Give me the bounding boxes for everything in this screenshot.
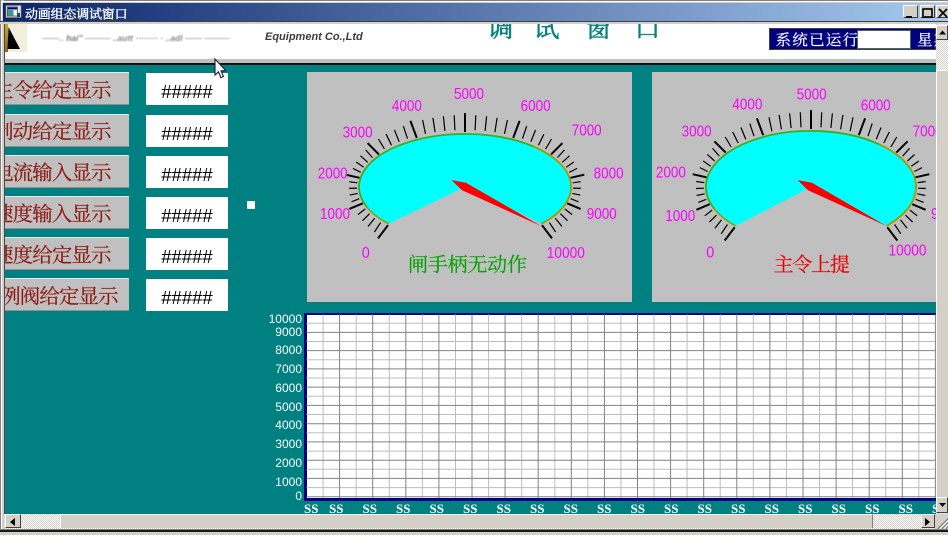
svg-text:2000: 2000 (318, 166, 348, 183)
svg-text:5000: 5000 (797, 87, 827, 104)
svg-text:6000: 6000 (521, 98, 551, 115)
svg-text:5000: 5000 (454, 86, 484, 103)
svg-text:3000: 3000 (343, 124, 373, 141)
svg-text:4000: 4000 (392, 98, 422, 115)
svg-text:10000: 10000 (889, 242, 927, 259)
svg-text:0: 0 (362, 245, 370, 262)
svg-text:2000: 2000 (656, 164, 686, 181)
svg-text:7000: 7000 (572, 123, 602, 140)
svg-text:6000: 6000 (861, 97, 891, 114)
svg-text:4000: 4000 (732, 97, 762, 114)
svg-text:1000: 1000 (665, 208, 695, 225)
svg-text:9000: 9000 (587, 206, 617, 223)
svg-text:3000: 3000 (682, 124, 712, 141)
svg-text:1000: 1000 (320, 206, 350, 223)
svg-text:8000: 8000 (594, 166, 624, 183)
svg-text:10000: 10000 (547, 245, 585, 262)
svg-text:0: 0 (706, 244, 714, 261)
